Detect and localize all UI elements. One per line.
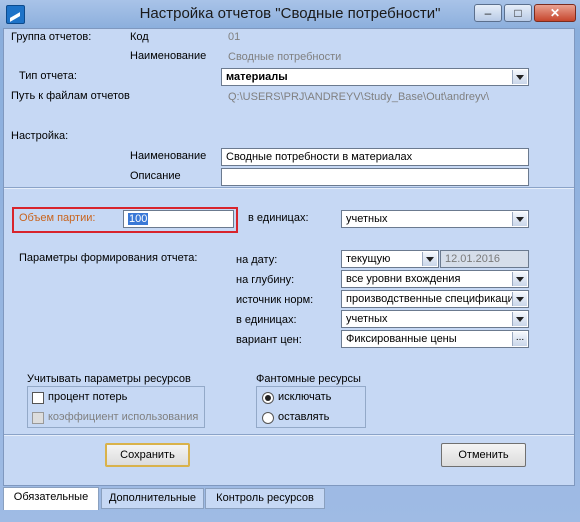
batch-size-field[interactable]: 100 (123, 210, 234, 228)
description-field[interactable] (221, 168, 529, 186)
batch-units-select[interactable]: учетных (341, 210, 529, 228)
setting-name-field[interactable]: Сводные потребности в материалах (221, 148, 529, 166)
exclude-radio[interactable] (262, 392, 274, 404)
maximize-icon: □ (514, 6, 522, 20)
dialog-window: Настройка отчетов "Сводные потребности" … (0, 0, 580, 522)
batch-size-value: 100 (128, 213, 149, 225)
minimize-button[interactable]: – (474, 4, 502, 22)
tab-resource-control[interactable]: Контроль ресурсов (205, 488, 325, 509)
tab-additional[interactable]: Дополнительные (101, 488, 204, 509)
cancel-button[interactable]: Отменить (441, 443, 526, 467)
code-label: Код (130, 31, 149, 43)
depth-value: все уровни вхождения (346, 273, 461, 285)
norms-source-value: производственные спецификаци (346, 293, 514, 305)
exclude-label: исключать (278, 391, 332, 403)
setting-label: Настройка: (11, 130, 69, 142)
minimize-icon: – (484, 6, 492, 20)
param-units-select[interactable]: учетных (341, 310, 529, 328)
chevron-down-icon[interactable] (512, 292, 527, 306)
phantom-label: Фантомные ресурсы (256, 373, 361, 385)
param-units-label: в единицах: (236, 314, 297, 326)
description-label: Описание (130, 170, 181, 182)
chevron-down-icon[interactable] (512, 312, 527, 326)
report-type-label: Тип отчета: (19, 70, 77, 82)
loss-checkbox[interactable] (32, 392, 44, 404)
close-button[interactable]: ✕ (534, 4, 576, 22)
param-units-value: учетных (346, 313, 388, 325)
title-bar: Настройка отчетов "Сводные потребности" … (0, 0, 580, 28)
tab-required[interactable]: Обязательные (3, 487, 99, 510)
norms-source-select[interactable]: производственные спецификаци (341, 290, 529, 308)
batch-label: Объем партии: (19, 212, 96, 224)
keep-radio[interactable] (262, 412, 274, 424)
batch-units-value: учетных (346, 213, 388, 225)
report-type-value: материалы (226, 71, 288, 83)
usage-label: коэффициент использования (48, 411, 199, 423)
price-variant-value: Фиксированные цены (346, 333, 457, 345)
group-name-value: Сводные потребности (228, 51, 342, 63)
path-value: Q:\USERS\PRJ\ANDREYV\Study_Base\Out\andr… (228, 91, 490, 103)
depth-select[interactable]: все уровни вхождения (341, 270, 529, 288)
path-label: Путь к файлам отчетов (11, 90, 130, 102)
depth-label: на глубину: (236, 274, 295, 286)
chevron-down-icon[interactable] (512, 212, 527, 226)
report-type-select[interactable]: материалы (221, 68, 529, 86)
date-field: 12.01.2016 (440, 250, 529, 268)
dialog-body: Группа отчетов: Код 01 Наименование Свод… (3, 28, 575, 486)
maximize-button[interactable]: □ (504, 4, 532, 22)
batch-units-label: в единицах: (248, 212, 309, 224)
usage-checkbox (32, 412, 44, 424)
chevron-down-icon[interactable] (512, 272, 527, 286)
section-divider (4, 187, 574, 189)
code-value: 01 (228, 31, 241, 43)
date-mode-select[interactable]: текущую (341, 250, 439, 268)
setting-name-label: Наименование (130, 150, 207, 162)
keep-label: оставлять (278, 411, 330, 423)
resources-label: Учитывать параметры ресурсов (27, 373, 191, 385)
price-variant-label: вариант цен: (236, 334, 302, 346)
chevron-down-icon[interactable] (512, 70, 527, 84)
loss-label: процент потерь (48, 391, 128, 403)
save-button[interactable]: Сохранить (105, 443, 190, 467)
chevron-down-icon[interactable] (422, 252, 437, 266)
params-label: Параметры формирования отчета: (19, 252, 198, 264)
ellipsis-button[interactable]: ... (512, 332, 527, 346)
norms-source-label: источник норм: (236, 294, 314, 306)
group-label: Группа отчетов: (11, 31, 92, 43)
footer-divider (4, 434, 574, 436)
close-icon: ✕ (549, 6, 561, 20)
date-label: на дату: (236, 254, 278, 266)
date-mode-value: текущую (346, 253, 391, 265)
group-name-label: Наименование (130, 50, 207, 62)
price-variant-field[interactable]: Фиксированные цены ... (341, 330, 529, 348)
